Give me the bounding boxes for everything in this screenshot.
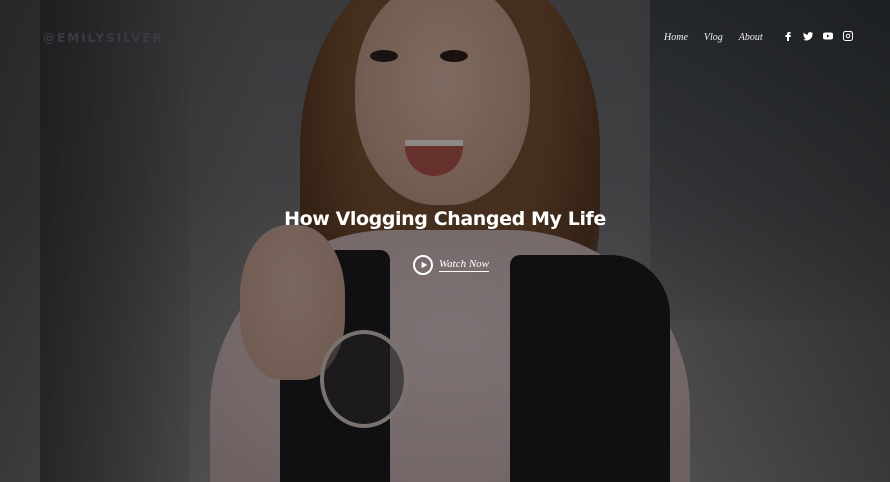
youtube-icon[interactable] [822, 30, 834, 42]
twitter-icon[interactable] [802, 30, 814, 42]
watch-now-label[interactable]: Watch Now [439, 258, 490, 272]
hero-overlay [0, 0, 890, 482]
play-icon[interactable] [413, 255, 433, 275]
hero-headline: How Vlogging Changed My Life [284, 208, 606, 230]
social-links [782, 30, 854, 42]
facebook-icon[interactable] [782, 30, 794, 42]
instagram-icon[interactable] [842, 30, 854, 42]
hero-background [0, 0, 890, 482]
nav-home-link[interactable]: Home [664, 32, 688, 43]
site-logo[interactable]: @EMILYSILVER [43, 31, 164, 45]
watch-now-button[interactable]: Watch Now [413, 255, 490, 275]
nav-vlog-link[interactable]: Vlog [704, 32, 723, 43]
nav-about-link[interactable]: About [739, 32, 763, 43]
main-nav: Home Vlog About [664, 32, 763, 43]
